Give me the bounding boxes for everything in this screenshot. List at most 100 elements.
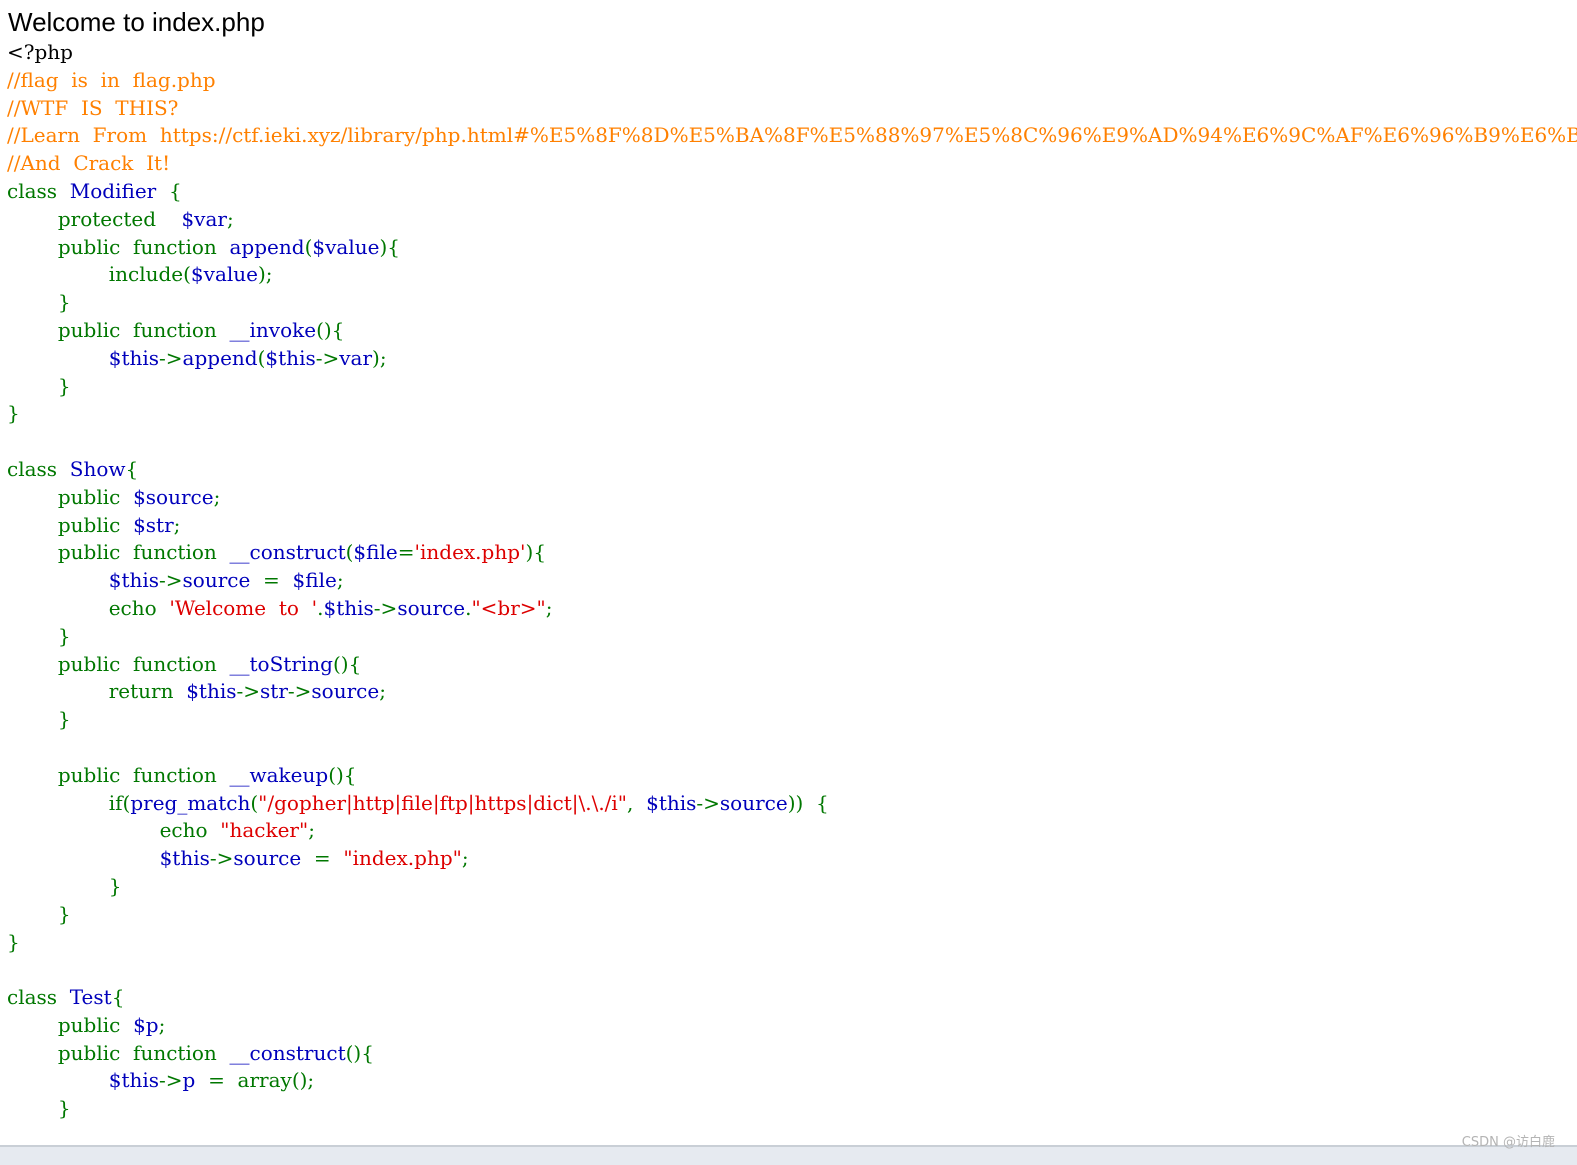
code-token-keyword: = (313, 846, 344, 871)
code-token-keyword: (){ (316, 317, 345, 342)
code-line: //Learn From https://ctf.ieki.xyz/librar… (7, 122, 1577, 150)
code-token-keyword: ; (545, 595, 553, 620)
code-token-keyword: ){ (525, 540, 547, 565)
code-token-default: __toString (229, 651, 333, 676)
code-token-keyword: { (168, 178, 182, 203)
code-token-string: "index.php" (343, 846, 462, 871)
code-line: $this->append($this->var); (7, 345, 1577, 373)
code-token-keyword: class (7, 178, 70, 203)
code-line: public function append($value){ (7, 234, 1577, 262)
code-token-keyword (7, 346, 109, 370)
code-line: } (7, 623, 1577, 651)
code-token-default: $this (159, 846, 210, 871)
code-token-default: $file (353, 540, 398, 565)
code-token-default: Modifier (69, 178, 169, 203)
code-token-default: source (233, 846, 314, 871)
code-token-keyword: -> (287, 679, 312, 704)
code-line: class Test{ (7, 984, 1577, 1012)
code-token-keyword: public function (7, 651, 230, 676)
code-token-keyword: -> (159, 345, 183, 370)
code-token-keyword: } (7, 401, 20, 426)
code-token-comment: //flag is in flag.php (7, 67, 216, 92)
code-token-keyword: -> (159, 1068, 183, 1093)
code-line: } (7, 373, 1577, 401)
code-token-default: __wakeup (229, 762, 329, 787)
code-line: echo "hacker"; (7, 817, 1577, 845)
code-token-default: $this (108, 568, 160, 593)
code-token-default: $this (108, 1068, 160, 1093)
code-line: echo 'Welcome to '.$this->source."<br>"; (7, 595, 1577, 623)
code-line: public $source; (7, 484, 1577, 512)
code-line: } (7, 706, 1577, 734)
code-token-default: p (182, 1068, 209, 1093)
code-token-keyword: include( (7, 262, 191, 287)
code-line: } (7, 901, 1577, 929)
code-token-default: source (311, 679, 380, 704)
code-line: } (7, 929, 1577, 957)
code-token-default: source (719, 790, 788, 815)
code-token-default: source (182, 568, 264, 593)
code-line: public function __wakeup(){ (7, 762, 1577, 790)
code-token-default: $value (190, 262, 258, 287)
code-token-default: $this (186, 679, 237, 704)
code-token-keyword: -> (315, 345, 340, 370)
code-token-keyword: echo (7, 595, 170, 620)
code-token-keyword: public function (7, 317, 230, 342)
code-token-keyword: } (7, 373, 71, 398)
code-token-keyword: } (7, 707, 71, 732)
code-token-default: Test (69, 985, 112, 1010)
code-token-keyword (7, 568, 109, 592)
code-token-default: Show (69, 456, 126, 481)
code-token-default: $this (108, 345, 160, 370)
code-token-keyword: if( (7, 790, 131, 815)
code-token-default: __construct (229, 1040, 346, 1065)
code-token-string: "/gopher|http|file|ftp|https|dict|\.\./i… (258, 790, 628, 815)
code-line: include($value); (7, 261, 1577, 289)
page-heading: Welcome to index.php (8, 7, 265, 37)
code-token-default: $str (133, 512, 174, 537)
horizontal-scrollbar[interactable] (0, 1145, 1577, 1165)
code-token-keyword: } (7, 290, 71, 315)
code-token-keyword: public (7, 512, 134, 537)
code-token-keyword (7, 1068, 109, 1092)
code-token-keyword: public (7, 484, 134, 509)
code-token-keyword: = (397, 540, 415, 565)
code-token-default: $var (181, 206, 227, 231)
code-line: protected $var; (7, 206, 1577, 234)
code-token-keyword: (){ (345, 1040, 374, 1065)
code-token-keyword: ){ (379, 234, 400, 259)
code-token-keyword: protected (7, 206, 182, 231)
code-line: } (7, 1095, 1577, 1123)
code-token-keyword: -> (373, 595, 398, 620)
code-line: $this->source = $file; (7, 567, 1577, 595)
code-token-default: $this (265, 345, 316, 370)
code-token-default: $this (323, 595, 374, 620)
code-token-comment: //Learn From https://ctf.ieki.xyz/librar… (7, 123, 1577, 148)
code-token-keyword: ; (173, 512, 181, 537)
code-token-keyword: ; (226, 206, 234, 231)
code-token-default: str (260, 679, 288, 704)
code-token-keyword: { (111, 985, 125, 1010)
code-token-keyword: echo (7, 818, 221, 843)
code-token-default: preg_match (130, 790, 251, 815)
code-token-keyword (7, 846, 160, 870)
code-token-keyword: ); (372, 345, 387, 370)
code-line: public $str; (7, 512, 1577, 540)
code-token-default: $source (133, 484, 214, 509)
code-token-keyword: { (125, 456, 139, 481)
code-line: public $p; (7, 1012, 1577, 1040)
code-token-default: $this (646, 790, 697, 815)
php-source-code: <?php //flag is in flag.php //WTF IS THIS?… (7, 39, 1577, 1123)
code-line: //flag is in flag.php (7, 67, 1577, 95)
code-token-string: 'Welcome to ' (169, 595, 318, 620)
code-token-keyword: ( (250, 790, 259, 815)
code-token-keyword: , (627, 790, 647, 815)
code-line: $this->source = "index.php"; (7, 845, 1577, 873)
code-token-default: __invoke (229, 317, 317, 342)
code-token-default: source (397, 595, 466, 620)
code-token-keyword: public function (7, 540, 230, 565)
code-token-keyword: ); (257, 262, 273, 287)
code-token-keyword: -> (209, 846, 234, 871)
